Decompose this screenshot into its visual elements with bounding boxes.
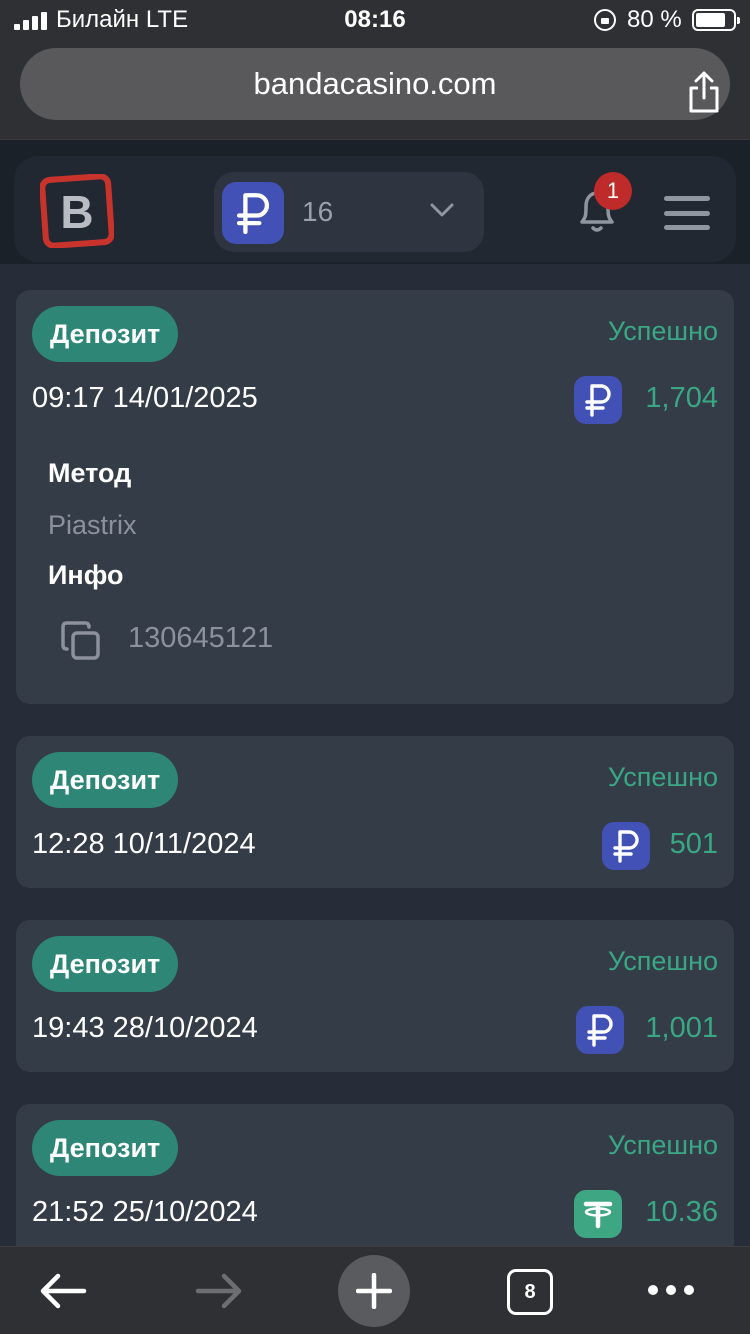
ruble-icon <box>574 376 622 424</box>
copy-icon[interactable] <box>60 620 102 662</box>
transaction-datetime: 12:28 10/11/2024 <box>32 828 256 860</box>
transaction-type-badge: Депозит <box>32 306 179 362</box>
site-header: B 16 1 <box>0 140 750 264</box>
battery-icon <box>692 9 740 31</box>
svg-text:B: B <box>60 186 93 238</box>
plus-icon <box>356 1273 392 1309</box>
address-bar[interactable]: bandacasino.com <box>20 48 730 120</box>
notification-badge: 1 <box>594 172 632 210</box>
method-label: Метод <box>48 458 132 488</box>
transaction-card: Депозит Успешно 12:28 10/11/2024 501 <box>16 736 734 888</box>
transaction-amount: 1,704 <box>645 382 718 414</box>
battery-percent: 80 % <box>627 6 682 33</box>
status-bar: Билайн LTE 08:16 80 % <box>0 0 750 40</box>
ruble-icon <box>576 1006 624 1054</box>
method-value: Piastrix <box>48 510 137 540</box>
more-options-icon[interactable] <box>648 1285 694 1297</box>
transaction-status: Успешно <box>607 762 718 792</box>
ruble-icon <box>602 822 650 870</box>
hamburger-menu-icon[interactable] <box>664 196 710 230</box>
transaction-status: Успешно <box>607 946 718 976</box>
browser-bottom-bar: 8 <box>0 1246 750 1334</box>
header-bar: B 16 1 <box>14 156 736 262</box>
browser-toolbar: bandacasino.com <box>0 40 750 140</box>
forward-arrow-icon[interactable] <box>194 1271 244 1311</box>
url-text[interactable]: bandacasino.com <box>20 66 730 102</box>
transaction-datetime: 19:43 28/10/2024 <box>32 1012 258 1044</box>
ruble-icon <box>222 182 284 244</box>
new-tab-button[interactable] <box>338 1255 410 1327</box>
transaction-type-badge: Депозит <box>32 1120 179 1176</box>
chevron-down-icon <box>430 203 454 217</box>
transaction-status: Успешно <box>607 1130 718 1160</box>
transaction-amount: 10.36 <box>645 1196 718 1228</box>
transaction-type-badge: Депозит <box>32 752 179 808</box>
transaction-card: Депозит Успешно 09:17 14/01/2025 1,704 М… <box>16 290 734 704</box>
balance-value: 16 <box>302 196 334 227</box>
back-arrow-icon[interactable] <box>38 1271 88 1311</box>
rotation-lock-icon <box>594 9 616 31</box>
balance-selector[interactable]: 16 <box>214 172 484 252</box>
transaction-type-badge: Депозит <box>32 936 179 992</box>
logo[interactable]: B <box>40 174 114 248</box>
transaction-status: Успешно <box>607 316 718 346</box>
transactions-list: Депозит Успешно 09:17 14/01/2025 1,704 М… <box>0 264 750 1246</box>
transaction-datetime: 21:52 25/10/2024 <box>32 1196 258 1228</box>
transaction-card: Депозит Успешно 19:43 28/10/2024 1,001 <box>16 920 734 1072</box>
info-value: 130645121 <box>128 622 274 654</box>
share-icon[interactable] <box>684 70 724 114</box>
tether-icon <box>574 1190 622 1238</box>
transaction-card: Депозит Успешно 21:52 25/10/2024 10.36 <box>16 1104 734 1246</box>
transaction-amount: 501 <box>669 828 718 860</box>
tabs-button[interactable]: 8 <box>507 1269 553 1315</box>
transaction-amount: 1,001 <box>645 1012 718 1044</box>
transaction-datetime: 09:17 14/01/2025 <box>32 382 258 414</box>
info-label: Инфо <box>48 560 124 590</box>
